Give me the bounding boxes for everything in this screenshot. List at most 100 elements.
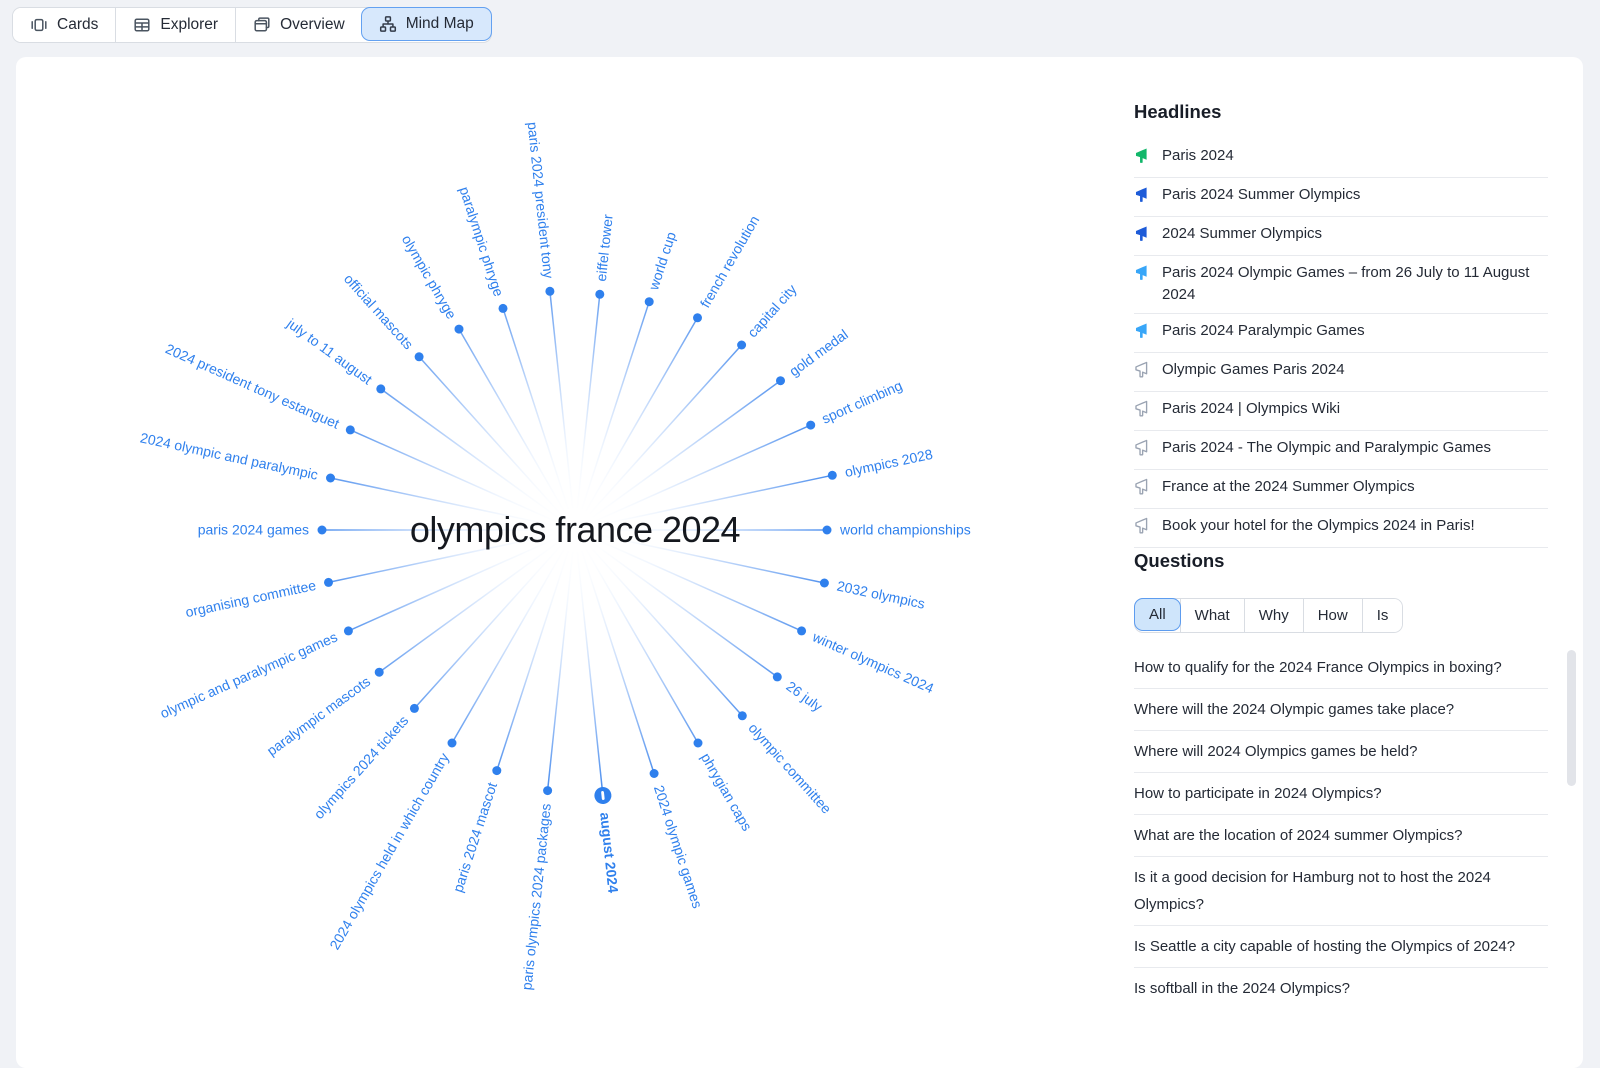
branch-dot[interactable] [595,290,604,299]
branch-dot[interactable] [820,579,829,588]
branch-label[interactable]: winter olympics 2024 [809,628,936,696]
branch-label[interactable]: organising committee [184,577,318,620]
branch-label[interactable]: 2032 olympics [836,578,927,612]
branch-label[interactable]: sport climbing [819,377,904,427]
branch-dot[interactable] [828,471,837,480]
branch-dot[interactable] [545,287,554,296]
headline-item[interactable]: Paris 2024 - The Olympic and Paralympic … [1134,431,1548,470]
tab-overview[interactable]: Overview [235,8,362,42]
question-item[interactable]: How to participate in 2024 Olympics? [1134,773,1548,815]
branch-label[interactable]: olympic and paralympic games [158,629,340,722]
headline-item[interactable]: Paris 2024 [1134,139,1548,178]
branch-label[interactable]: eiffel tower [593,213,616,282]
branch-line [582,551,654,774]
filter-is[interactable]: Is [1362,599,1403,632]
branch-line [350,430,555,521]
branch-label[interactable]: olympic committee [745,720,835,817]
headline-text: Olympic Games Paris 2024 [1162,359,1361,381]
branch-line [503,308,568,509]
headline-item[interactable]: 2024 Summer Olympics [1134,217,1548,256]
explorer-icon [133,16,151,34]
headline-item[interactable]: Paris 2024 Olympic Games – from 26 July … [1134,256,1548,314]
branch-dot[interactable] [324,578,333,587]
question-item[interactable]: What are the location of 2024 summer Oly… [1134,815,1548,857]
branch-label[interactable]: august 2024 [597,812,621,894]
filter-all[interactable]: All [1134,598,1181,631]
branch-label[interactable]: 2024 olympic games [651,783,706,910]
branch-dot[interactable] [738,711,747,720]
tab-explorer[interactable]: Explorer [115,8,235,42]
branch-dot[interactable] [806,421,815,430]
headline-item[interactable]: Paris 2024 Summer Olympics [1134,178,1548,217]
branch-dot[interactable] [645,297,654,306]
overview-icon [253,16,271,34]
filter-why[interactable]: Why [1244,599,1303,632]
headline-item[interactable]: Paris 2024 Paralympic Games [1134,314,1548,353]
branch-dot[interactable] [499,304,508,313]
headline-text: Paris 2024 - The Olympic and Paralympic … [1162,437,1507,459]
megaphone-icon [1134,262,1152,287]
branch-dot[interactable] [344,626,353,635]
branch-dot[interactable] [410,704,419,713]
branch-label[interactable]: paris 2024 games [198,522,309,538]
branch-label[interactable]: world cup [645,230,679,293]
branch-label[interactable]: paralympic mascots [264,673,373,759]
branch-dot[interactable] [650,769,659,778]
branch-dot[interactable] [773,672,782,681]
question-item[interactable]: Where will 2024 Olympics games be held? [1134,731,1548,773]
questions-scrollbar[interactable] [1567,650,1576,786]
branch-label[interactable]: 26 july [783,678,825,715]
question-item[interactable]: Where will the 2024 Olympic games take p… [1134,689,1548,731]
branch-dot[interactable] [693,313,702,322]
branch-label[interactable]: olympic phryge [399,232,460,322]
question-item[interactable]: Is Seattle a city capable of hosting the… [1134,926,1548,968]
branch-dot[interactable] [455,325,464,334]
branch-dot[interactable] [375,668,384,677]
question-item[interactable]: Is it a good decision for Hamburg not to… [1134,857,1548,926]
branch-label[interactable]: olympics 2024 tickets [310,712,411,822]
headline-item[interactable]: Book your hotel for the Olympics 2024 in… [1134,509,1548,548]
branch-dot[interactable] [346,425,355,434]
headline-item[interactable]: Olympic Games Paris 2024 [1134,353,1548,392]
branch-label[interactable]: world championships [839,522,971,538]
question-item[interactable]: Is softball in the 2024 Olympics? [1134,968,1548,1009]
question-item[interactable]: How to qualify for the 2024 France Olymp… [1134,647,1548,689]
branch-label[interactable]: paralympic phryge [456,185,507,299]
branch-dot[interactable] [448,739,457,748]
branch-dot[interactable] [694,739,703,748]
filter-how[interactable]: How [1303,599,1362,632]
branch-label[interactable]: phrygian caps [698,750,755,833]
branch-dot[interactable] [823,526,832,535]
branch-label[interactable]: 2024 president tony estanguet [163,340,342,431]
tab-mind-map[interactable]: Mind Map [361,7,492,41]
branch-dot[interactable] [318,526,327,535]
collapse-node-icon[interactable] [594,786,613,805]
branch-dot[interactable] [543,786,552,795]
megaphone-icon [1134,320,1152,345]
tab-cards[interactable]: Cards [13,8,115,42]
headline-item[interactable]: Paris 2024 | Olympics Wiki [1134,392,1548,431]
branch-dot[interactable] [797,626,806,635]
branch-label[interactable]: official mascots [341,271,417,353]
branch-dot[interactable] [492,766,501,775]
tab-label: Overview [280,16,345,34]
branch-label[interactable]: paris 2024 president tony [525,121,557,279]
branch-label[interactable]: paris 2024 mascot [449,780,500,894]
branch-label[interactable]: paris olympics 2024 packages [518,803,554,991]
branch-dot[interactable] [737,341,746,350]
view-tabbar: CardsExplorer Overview Mind Map [12,7,492,43]
branch-dot[interactable] [376,384,385,393]
branch-label[interactable]: gold medal [786,326,851,379]
branch-dot[interactable] [326,474,335,483]
headlines-list: Paris 2024Paris 2024 Summer Olympics2024… [1134,139,1548,548]
headline-text: Paris 2024 Paralympic Games [1162,320,1381,342]
filter-what[interactable]: What [1180,599,1244,632]
branch-label[interactable]: capital city [744,281,800,340]
branch-label[interactable]: olympics 2028 [843,446,934,480]
branch-dot[interactable] [415,352,424,361]
headline-item[interactable]: France at the 2024 Summer Olympics [1134,470,1548,509]
branch-label[interactable]: french revolution [697,213,763,311]
branch-label[interactable]: 2024 olympic and paralympic [139,429,320,482]
branch-dot[interactable] [776,376,785,385]
branch-label[interactable]: july to 11 august [283,315,375,388]
